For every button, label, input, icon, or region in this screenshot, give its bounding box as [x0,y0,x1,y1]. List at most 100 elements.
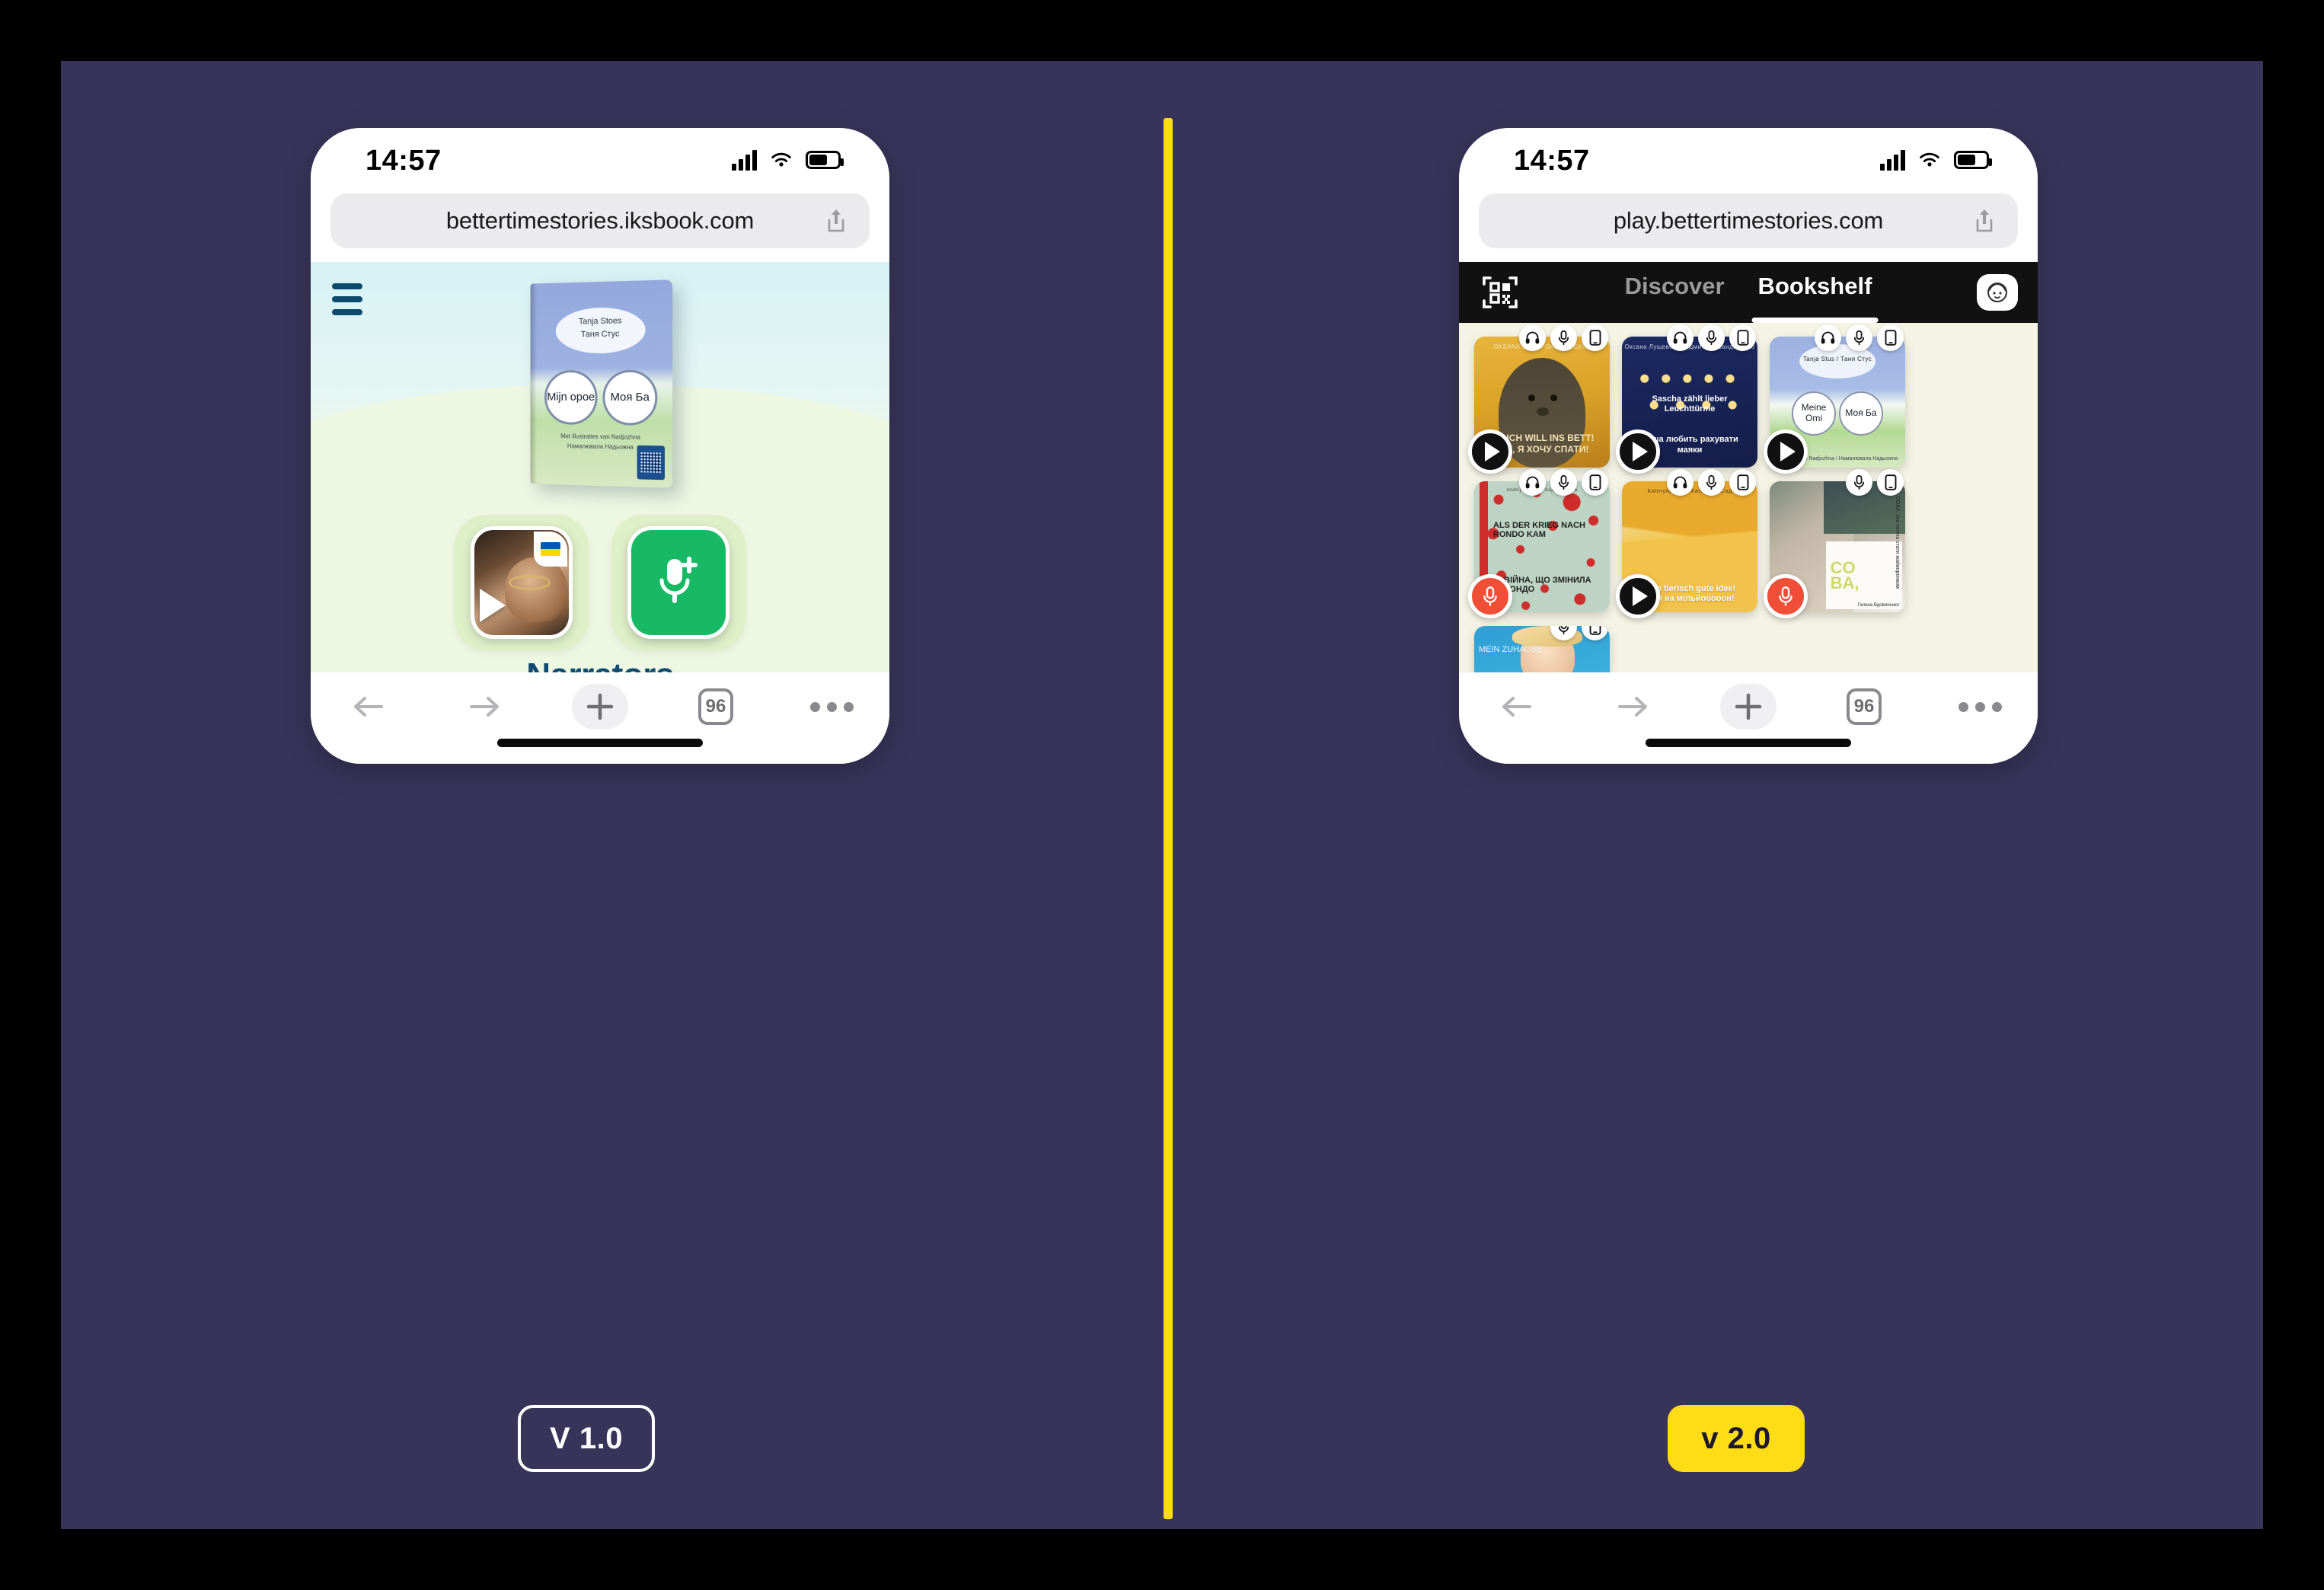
record-button[interactable] [1468,574,1512,618]
book-badges [1667,469,1756,496]
plus-icon-wrap [1720,684,1777,730]
home-indicator [1646,739,1851,747]
play-button[interactable] [1764,429,1808,474]
book-badges [1519,469,1608,496]
new-tab-button[interactable] [1690,682,1806,732]
profile-avatar-button[interactable] [1977,274,2018,311]
status-icons [1880,149,1992,171]
flag-ua-icon [534,532,567,567]
add-recording-tile[interactable] [611,515,745,650]
phone-mockup-v2: 14:57 play.bettertimestories.com Discove… [1459,128,2038,764]
record-button[interactable] [1764,574,1808,618]
book-badges [1846,469,1904,496]
book-card[interactable]: Tanja Stus / Таня Стус Meine Omi Моя Ба … [1764,324,1905,474]
tab-overview-button[interactable]: 96 [658,682,774,732]
headphones-icon[interactable] [1815,324,1841,351]
device-icon[interactable] [1582,626,1608,640]
back-button[interactable] [311,682,426,732]
book-card[interactable]: Kateryna Sad / Катерина Сад Eine tierisc… [1616,469,1757,618]
headphones-icon[interactable] [1519,469,1546,496]
more-dots-icon [809,701,854,712]
headphones-icon[interactable] [1519,324,1546,351]
back-button[interactable] [1459,682,1575,732]
book-card[interactable]: Andrij Lessiw / Андрій Лесів ALS DER KRI… [1468,469,1610,618]
tab-discover[interactable]: Discover [1625,273,1725,312]
battery-icon [806,151,844,169]
family-member-video-tile[interactable] [455,515,589,650]
url-bar-right[interactable]: play.bettertimestories.com [1479,193,2018,248]
book-card[interactable]: Оксана Лущевська / Дмитрий Бандаленко Sa… [1616,324,1757,474]
device-icon[interactable] [1582,469,1608,496]
book-title-uk: Моя Ба [1839,391,1883,436]
book-title-de: MEIN ZUHAUSE [1479,645,1543,654]
new-tab-button[interactable] [542,682,658,732]
microphone-icon[interactable] [1550,469,1577,496]
hamburger-menu-icon[interactable] [332,283,362,322]
book-badges [1519,324,1608,351]
more-options-button[interactable] [774,682,889,732]
book-badges [1815,324,1904,351]
tab-bookshelf[interactable]: Bookshelf [1751,273,1879,323]
status-time: 14:57 [366,145,442,177]
cellular-signal-icon [732,149,757,171]
hero-book-author: Tanja Stoes Таня Стус [531,314,673,342]
url-bar-left[interactable]: bettertimestories.iksbook.com [330,193,870,248]
tab-overview-button[interactable]: 96 [1806,682,1922,732]
book-card[interactable]: OKSANA BULA / ОКСАНА БУЛА JA, ICH WILL I… [1468,324,1610,474]
device-icon[interactable] [1729,324,1756,351]
share-icon[interactable] [1974,208,1995,234]
book-card[interactable]: MEIN ZUHAUSE [1474,626,1610,672]
microphone-icon[interactable] [1550,324,1577,351]
microphone-icon[interactable] [1846,469,1872,496]
forward-arrow-icon [470,697,499,717]
play-icon[interactable] [480,589,506,622]
headphones-icon[interactable] [1667,324,1694,351]
microphone-icon[interactable] [1550,626,1577,640]
device-icon[interactable] [1582,324,1608,351]
browser-toolbar-right: 96 [1459,672,2038,764]
microphone-plus-button[interactable] [627,526,729,639]
plus-icon [1735,693,1762,720]
hero-book-cover[interactable]: Tanja Stoes Таня Стус Mijn opoe Моя Ба M… [530,279,673,488]
hero-section: Tanja Stoes Таня Стус Mijn opoe Моя Ба M… [311,262,889,567]
page-content-v2: Discover Bookshelf OKSANA БУЛА JA, ICH W… [1459,262,2038,672]
microphone-plus-icon [659,557,698,603]
lens-right-title: Моя Ба [602,369,658,426]
play-icon [1780,442,1796,461]
book-title-de: ALS DER KRIEG NACH RONDO KAM [1492,520,1585,539]
screenshot-stage: 14:57 bettertimestories.iksbook.com Tanj… [0,0,2324,1590]
forward-button[interactable] [1575,682,1690,732]
version-badge-v2: v 2.0 [1668,1405,1805,1472]
plus-icon-wrap [572,684,628,730]
book-card[interactable]: CO BA, СОВА, яка хотіла стати жайворонком… [1764,469,1905,618]
device-icon[interactable] [1877,324,1904,351]
microphone-icon[interactable] [1698,324,1725,351]
microphone-icon[interactable] [1846,324,1872,351]
play-icon [1484,442,1500,461]
book-author: Tanja Stus / Таня Стус [1802,356,1872,363]
tile-inner [471,526,573,639]
book-title-de: Sascha zählt lieber Leuchttürme [1652,394,1728,414]
play-button[interactable] [1616,574,1660,618]
microphone-icon [1779,586,1792,606]
qr-code-icon[interactable] [1482,274,1518,311]
more-options-button[interactable] [1922,682,2038,732]
forward-button[interactable] [426,682,542,732]
device-icon[interactable] [1877,469,1904,496]
headphones-icon[interactable] [1667,469,1694,496]
plus-icon [586,693,614,720]
play-icon [1632,586,1648,606]
play-button[interactable] [1468,429,1512,474]
status-bar-left: 14:57 [311,128,889,193]
play-icon [1632,442,1648,461]
avatar-face-icon [1987,283,2007,302]
book-spine [530,283,538,484]
version-badge-v1: V 1.0 [518,1405,655,1472]
microphone-icon[interactable] [1698,469,1725,496]
bookshelf-grid: OKSANA BULA / ОКСАНА БУЛА JA, ICH WILL I… [1459,323,2038,672]
play-button[interactable] [1616,429,1660,474]
share-icon[interactable] [825,208,847,234]
qr-code-sticker [637,445,665,481]
device-icon[interactable] [1729,469,1756,496]
microphone-icon [1483,586,1497,606]
